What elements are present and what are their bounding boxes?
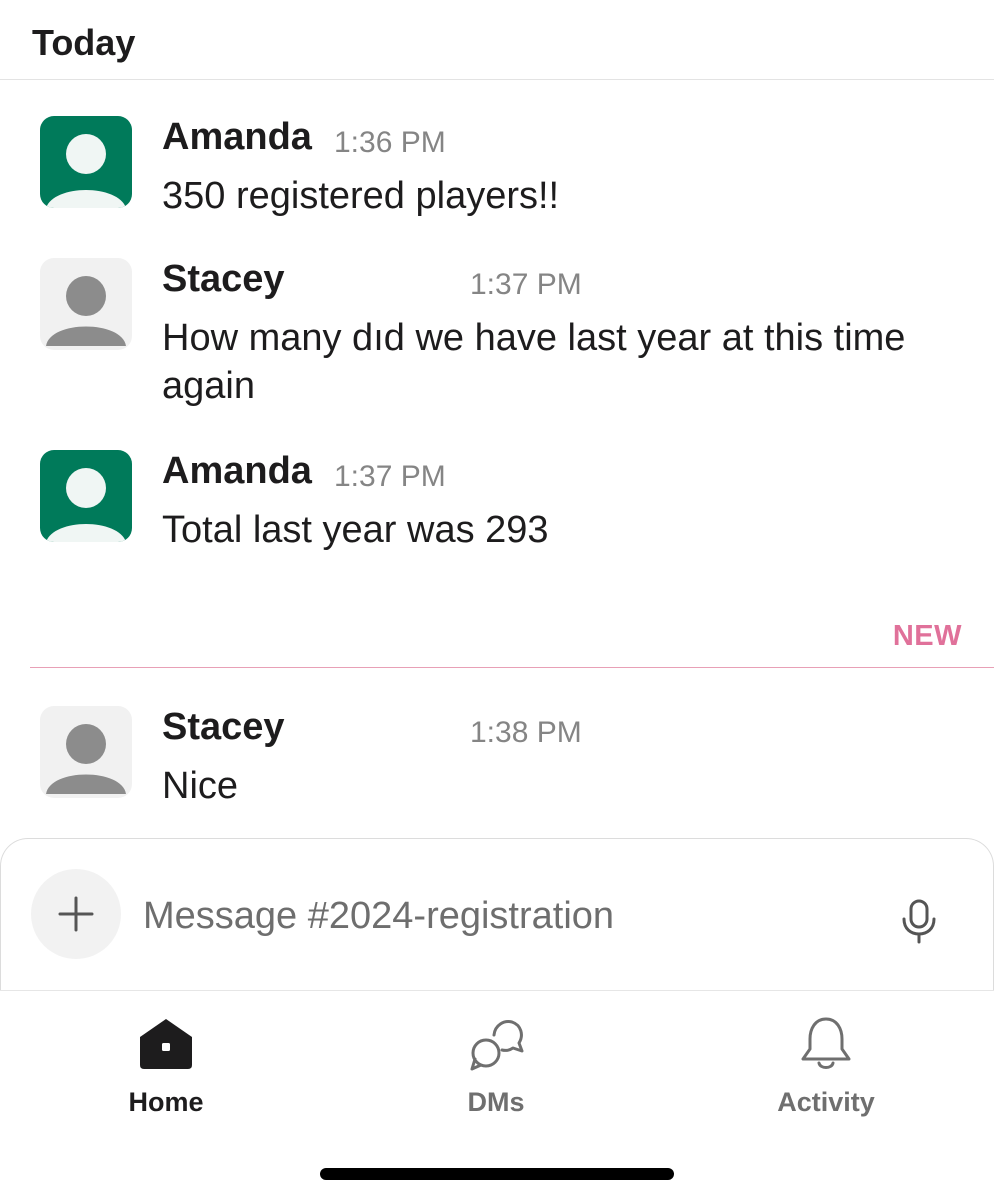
tab-home[interactable]: Home <box>66 1013 266 1123</box>
tab-home-label: Home <box>128 1087 204 1117</box>
day-header-label: Today <box>32 22 136 63</box>
home-indicator-bar[interactable] <box>320 1168 674 1180</box>
tab-activity-label: Activity <box>777 1087 875 1117</box>
new-messages-divider <box>30 667 994 668</box>
message-text: Total last year was 293 <box>162 509 549 551</box>
message-timestamp[interactable]: 1:38 PM <box>470 716 582 750</box>
gray-user-icon <box>40 258 132 350</box>
message-composer <box>0 838 994 990</box>
channel-view: Today Amanda 1:36 PM 350 registered play… <box>0 0 994 1200</box>
message-author[interactable]: Amanda <box>162 116 312 159</box>
message-author[interactable]: Amanda <box>162 450 312 493</box>
new-messages-label: NEW <box>892 620 962 652</box>
microphone-icon <box>902 899 936 944</box>
add-attachment-button[interactable] <box>31 869 121 959</box>
tab-dms[interactable]: DMs <box>396 1013 596 1123</box>
dms-icon <box>466 1013 526 1073</box>
plus-icon <box>58 896 94 932</box>
message-text: Nice <box>162 765 239 807</box>
message-text: 350 registered players!! <box>162 175 560 217</box>
message-input[interactable] <box>143 891 843 941</box>
message-author[interactable]: Stacey <box>162 706 285 749</box>
message-timestamp[interactable]: 1:37 PM <box>334 460 446 494</box>
bottom-tab-bar: Home DMs Activity <box>0 990 994 1200</box>
message-author[interactable]: Stacey <box>162 258 285 301</box>
tab-activity[interactable]: Activity <box>726 1013 926 1123</box>
gray-user-icon <box>40 706 132 798</box>
message-timestamp[interactable]: 1:36 PM <box>334 126 446 160</box>
green-user-icon <box>40 116 132 208</box>
microphone-button[interactable] <box>897 897 941 945</box>
avatar[interactable] <box>40 116 132 208</box>
message-timestamp[interactable]: 1:37 PM <box>470 268 582 302</box>
day-header: Today <box>0 0 994 80</box>
avatar[interactable] <box>40 450 132 542</box>
tab-dms-label: DMs <box>467 1087 525 1117</box>
bell-icon <box>796 1013 856 1073</box>
message-text: How many dıd we have last year at this t… <box>162 317 906 407</box>
avatar[interactable] <box>40 706 132 798</box>
avatar[interactable] <box>40 258 132 350</box>
home-icon <box>136 1013 196 1073</box>
green-user-icon <box>40 450 132 542</box>
